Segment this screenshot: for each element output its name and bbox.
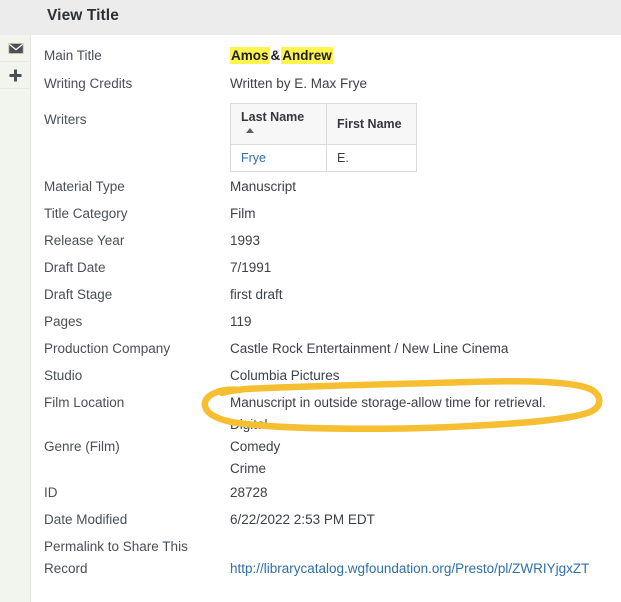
field-value-draft-stage: first draft — [230, 287, 283, 302]
field-label-material-type: Material Type — [44, 179, 125, 194]
permalink-url-link[interactable]: http://librarycatalog.wgfoundation.org/P… — [230, 561, 589, 576]
table-header-row: Last Name First Name — [230, 103, 417, 145]
sort-ascending-icon — [246, 128, 254, 133]
field-label-title-category: Title Category — [44, 206, 128, 221]
field-label-writers: Writers — [44, 112, 87, 127]
sidebar-item-email[interactable] — [0, 35, 31, 62]
field-value-main-title: Amos & Andrew — [230, 47, 333, 64]
icon-rail-sidebar — [0, 0, 31, 602]
field-label-studio: Studio — [44, 368, 83, 383]
title-ampersand: & — [270, 48, 281, 63]
field-label-genre: Genre (Film) — [44, 439, 120, 454]
highlighted-term-2: Andrew — [281, 47, 333, 64]
writer-link-frye[interactable]: Frye — [241, 151, 266, 165]
field-label-permalink-line1: Permalink to Share This — [44, 539, 188, 554]
field-label-draft-date: Draft Date — [44, 260, 106, 275]
field-value-draft-date: 7/1991 — [230, 260, 272, 275]
record-detail-panel: Main Title Amos & Andrew Writing Credits W… — [32, 35, 621, 602]
plus-icon — [8, 68, 23, 83]
field-label-writing-credits: Writing Credits — [44, 76, 133, 91]
field-value-genre-2: Crime — [230, 461, 266, 476]
field-value-release-year: 1993 — [230, 233, 261, 248]
field-value-writing-credits: Written by E. Max Frye — [230, 76, 368, 91]
field-value-genre-1: Comedy — [230, 439, 281, 454]
writers-table: Last Name First Name Frye E. — [230, 103, 417, 172]
field-value-material-type: Manuscript — [230, 179, 297, 194]
column-header-last-name-label: Last Name — [241, 110, 305, 124]
column-header-first-name[interactable]: First Name — [326, 103, 417, 145]
field-label-production-company: Production Company — [44, 341, 171, 356]
field-label-main-title: Main Title — [44, 48, 102, 63]
page-title: View Title — [47, 7, 119, 24]
field-value-film-location-2: Digital — [230, 417, 268, 432]
cell-first-name: E. — [326, 144, 417, 172]
field-value-date-modified: 6/22/2022 2:53 PM EDT — [230, 512, 375, 527]
field-label-film-location: Film Location — [44, 395, 125, 410]
field-value-id: 28728 — [230, 485, 268, 500]
sidebar-item-add[interactable] — [0, 62, 31, 89]
field-value-title-category: Film — [230, 206, 256, 221]
field-label-date-modified: Date Modified — [44, 512, 128, 527]
column-header-first-name-label: First Name — [337, 117, 402, 131]
envelope-icon — [7, 42, 24, 55]
field-value-film-location-1: Manuscript in outside storage-allow time… — [230, 395, 546, 410]
field-value-production-company: Castle Rock Entertainment / New Line Cin… — [230, 341, 509, 356]
field-value-studio: Columbia Pictures — [230, 368, 340, 383]
field-label-release-year: Release Year — [44, 233, 125, 248]
field-label-pages: Pages — [44, 314, 83, 329]
field-label-permalink-line2: Record — [44, 561, 88, 576]
field-label-id: ID — [44, 485, 58, 500]
cell-last-name: Frye — [230, 144, 327, 172]
column-header-last-name[interactable]: Last Name — [230, 103, 327, 145]
field-value-pages: 119 — [230, 314, 252, 329]
highlighted-term-1: Amos — [230, 47, 270, 64]
table-row: Frye E. — [230, 144, 417, 172]
field-label-draft-stage: Draft Stage — [44, 287, 113, 302]
header-bar: View Title — [0, 0, 621, 35]
